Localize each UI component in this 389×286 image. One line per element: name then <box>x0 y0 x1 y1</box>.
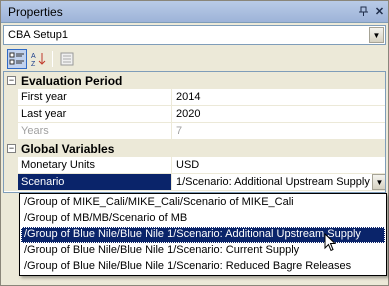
scenario-value-field[interactable]: 1/Scenario: Additional Upstream Supply ▼ <box>172 174 385 191</box>
row-gutter <box>4 174 18 191</box>
property-row-scenario[interactable]: Scenario 1/Scenario: Additional Upstream… <box>4 174 385 191</box>
property-value: 1/Scenario: Additional Upstream Supply <box>176 176 370 188</box>
categorized-icon <box>9 52 24 65</box>
property-row-years: Years 7 <box>4 123 385 140</box>
property-row-last-year[interactable]: Last year 2020 <box>4 106 385 123</box>
mouse-pointer-icon <box>324 233 337 252</box>
property-value: 7 <box>172 123 385 140</box>
close-icon[interactable]: ✕ <box>372 4 387 19</box>
category-evaluation-period[interactable]: − Evaluation Period <box>4 72 385 89</box>
properties-window: Properties ✕ CBA Setup1 ▼ A Z − Evaluati… <box>0 0 389 286</box>
category-label: Global Variables <box>21 142 115 156</box>
row-gutter <box>4 157 18 174</box>
alphabetical-button[interactable]: A Z <box>29 49 49 69</box>
property-name: Years <box>18 123 172 140</box>
pin-icon[interactable] <box>356 4 371 19</box>
collapse-icon[interactable]: − <box>7 144 16 153</box>
property-row-first-year[interactable]: First year 2014 <box>4 89 385 106</box>
sort-alphabetical-icon: A Z <box>31 53 46 67</box>
property-name: Last year <box>18 106 172 123</box>
property-name: Monetary Units <box>18 157 172 174</box>
dropdown-option[interactable]: /Group of MB/MB/Scenario of MB <box>21 211 385 227</box>
toolbar: A Z <box>1 47 388 71</box>
categorized-button[interactable] <box>7 49 27 69</box>
property-value[interactable]: 2014 <box>172 89 385 106</box>
property-row-monetary-units[interactable]: Monetary Units USD <box>4 157 385 174</box>
svg-text:A: A <box>31 53 36 60</box>
property-value[interactable]: USD <box>172 157 385 174</box>
row-gutter <box>4 106 18 123</box>
property-pages-button[interactable] <box>57 49 77 69</box>
row-gutter <box>4 123 18 140</box>
property-name: First year <box>18 89 172 106</box>
collapse-icon[interactable]: − <box>7 76 16 85</box>
object-selector-value: CBA Setup1 <box>8 29 68 41</box>
toolbar-separator <box>52 51 53 67</box>
property-name: Scenario <box>18 174 172 191</box>
title-bar[interactable]: Properties ✕ <box>1 1 388 23</box>
category-label: Evaluation Period <box>21 74 123 88</box>
dropdown-option[interactable]: /Group of MIKE_Cali/MIKE_Cali/Scenario o… <box>21 195 385 211</box>
window-title: Properties <box>8 5 63 19</box>
row-gutter <box>4 89 18 106</box>
property-value[interactable]: 2020 <box>172 106 385 123</box>
chevron-down-icon[interactable]: ▼ <box>372 174 385 190</box>
dropdown-option[interactable]: /Group of Blue Nile/Blue Nile 1/Scenario… <box>21 259 385 275</box>
property-grid[interactable]: − Evaluation Period First year 2014 Last… <box>3 71 386 193</box>
object-selector[interactable]: CBA Setup1 ▼ <box>3 25 386 45</box>
category-global-variables[interactable]: − Global Variables <box>4 140 385 157</box>
svg-text:Z: Z <box>31 61 36 67</box>
chevron-down-icon[interactable]: ▼ <box>369 27 384 43</box>
property-pages-icon <box>60 52 74 66</box>
